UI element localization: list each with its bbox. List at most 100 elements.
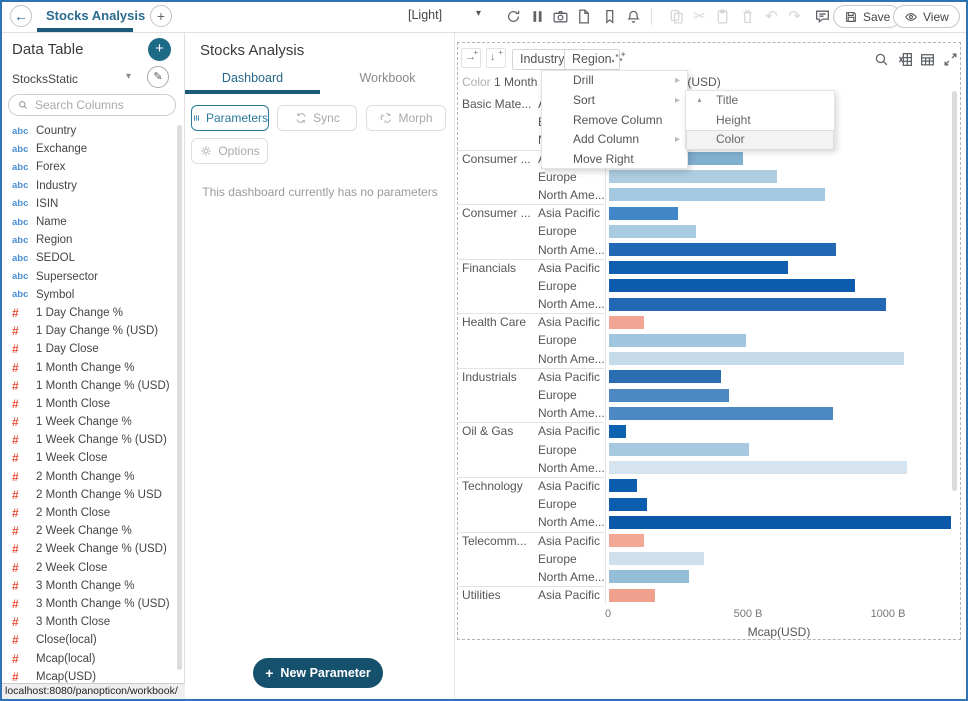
menu-item-drill[interactable]: Drill▸ (542, 71, 687, 91)
column-item-3-month-change[interactable]: #3 Month Change % (0, 577, 178, 595)
sidebar-scrollbar[interactable] (177, 125, 182, 670)
bar-telecomm-asia-pacific[interactable] (609, 534, 644, 547)
bar-telecomm-europe[interactable] (609, 552, 704, 565)
table-selector[interactable]: StocksStatic (12, 72, 78, 86)
column-item-1-month-change-usd[interactable]: #1 Month Change % (USD) (0, 377, 178, 395)
new-parameter-button[interactable]: + New Parameter (253, 658, 383, 688)
column-item-1-week-change-usd[interactable]: #1 Week Change % (USD) (0, 431, 178, 449)
add-visual-breakdown-button[interactable] (609, 50, 629, 68)
column-item-name[interactable]: abcName (0, 213, 178, 231)
delete-trash-icon[interactable] (739, 8, 756, 25)
menu-item-remove-column[interactable]: Remove Column (542, 111, 687, 131)
column-item-1-week-close[interactable]: #1 Week Close (0, 449, 178, 467)
bar-industrials-asia-pacific[interactable] (609, 370, 721, 383)
bar-technology-asia-pacific[interactable] (609, 479, 637, 492)
pause-icon[interactable] (529, 8, 546, 25)
column-item-3-month-close[interactable]: #3 Month Close (0, 613, 178, 631)
paste-clipboard-icon[interactable] (714, 8, 731, 25)
submenu-item-title[interactable]: ▲Title (686, 91, 834, 111)
column-item-1-day-change[interactable]: #1 Day Change % (0, 304, 178, 322)
bar-industrials-north-ame[interactable] (609, 407, 833, 420)
column-item-2-month-change[interactable]: #2 Month Change % (0, 468, 178, 486)
chevron-down-icon[interactable]: ▾ (476, 8, 481, 19)
bar-consumer-europe[interactable] (609, 170, 777, 183)
bar-health-care-north-ame[interactable] (609, 352, 904, 365)
column-item-1-month-change[interactable]: #1 Month Change % (0, 358, 178, 376)
export-pdf-icon[interactable] (575, 8, 592, 25)
bar-health-care-asia-pacific[interactable] (609, 316, 644, 329)
notifications-bell-icon[interactable] (625, 8, 642, 25)
column-item-mcap-local[interactable]: #Mcap(local) (0, 649, 178, 667)
bar-oil-gas-europe[interactable] (609, 443, 749, 456)
bar-utilities-asia-pacific[interactable] (609, 589, 655, 602)
column-item-2-week-change-usd[interactable]: #2 Week Change % (USD) (0, 540, 178, 558)
bar-oil-gas-north-ame[interactable] (609, 461, 907, 474)
options-button[interactable]: Options (191, 138, 268, 164)
column-item-forex[interactable]: abcForex (0, 158, 178, 176)
column-item-supersector[interactable]: abcSupersector (0, 268, 178, 286)
menu-item-sort[interactable]: Sort▸ (542, 91, 687, 111)
bar-oil-gas-asia-pacific[interactable] (609, 425, 626, 438)
column-item-2-month-change-usd[interactable]: #2 Month Change % USD (0, 486, 178, 504)
zoom-search-icon[interactable] (873, 51, 890, 68)
show-table-icon[interactable] (919, 51, 936, 68)
undo-icon[interactable]: ↶ (763, 8, 780, 25)
column-item-industry[interactable]: abcIndustry (0, 177, 178, 195)
export-excel-icon[interactable] (897, 51, 914, 68)
bar-financials-asia-pacific[interactable] (609, 261, 788, 274)
bar-consumer-north-ame[interactable] (609, 243, 836, 256)
morph-button[interactable]: Morph (366, 105, 446, 131)
chart-scrollbar[interactable] (952, 91, 957, 491)
bar-consumer-north-ame[interactable] (609, 188, 825, 201)
bar-technology-europe[interactable] (609, 498, 647, 511)
sync-button[interactable]: Sync (277, 105, 357, 131)
menu-item-add-column[interactable]: Add Column▸ (542, 130, 687, 150)
bar-financials-north-ame[interactable] (609, 298, 886, 311)
refresh-icon[interactable] (505, 8, 522, 25)
bar-telecomm-north-ame[interactable] (609, 570, 689, 583)
maximize-expand-icon[interactable] (942, 51, 959, 68)
column-item-symbol[interactable]: abcSymbol (0, 286, 178, 304)
cut-scissors-icon[interactable]: ✂ (691, 8, 708, 25)
save-button[interactable]: Save (833, 5, 901, 28)
bar-financials-europe[interactable] (609, 279, 855, 292)
bar-technology-north-ame[interactable] (609, 516, 951, 529)
bar-industrials-europe[interactable] (609, 389, 729, 402)
column-item-sedol[interactable]: abcSEDOL (0, 249, 178, 267)
column-item-2-week-change[interactable]: #2 Week Change % (0, 522, 178, 540)
bar-consumer-europe[interactable] (609, 225, 696, 238)
back-button[interactable]: ← (10, 5, 32, 27)
bookmark-icon[interactable] (601, 8, 618, 25)
submenu-item-height[interactable]: Height (686, 111, 834, 131)
theme-dropdown[interactable]: [Light] (408, 8, 442, 22)
column-item-3-month-change-usd[interactable]: #3 Month Change % (USD) (0, 595, 178, 613)
submenu-item-color[interactable]: Color (686, 130, 834, 150)
add-tab-button[interactable]: + (150, 5, 172, 27)
parameters-button[interactable]: Parameters (191, 105, 269, 131)
column-item-2-week-close[interactable]: #2 Week Close (0, 559, 178, 577)
redo-icon[interactable]: ↷ (786, 8, 803, 25)
workbook-tab-title[interactable]: Stocks Analysis (46, 8, 145, 23)
chevron-down-icon[interactable]: ▾ (126, 71, 131, 82)
column-item-isin[interactable]: abcISIN (0, 195, 178, 213)
column-item-exchange[interactable]: abcExchange (0, 140, 178, 158)
column-item-1-day-close[interactable]: #1 Day Close (0, 340, 178, 358)
bar-consumer-asia-pacific[interactable] (609, 207, 678, 220)
column-item-1-day-change-usd[interactable]: #1 Day Change % (USD) (0, 322, 178, 340)
column-item-2-month-close[interactable]: #2 Month Close (0, 504, 178, 522)
tab-workbook[interactable]: Workbook (320, 71, 455, 93)
snapshot-camera-icon[interactable] (552, 8, 569, 25)
view-button[interactable]: View (893, 5, 960, 28)
add-row-breakdown-button[interactable]: →+ (461, 48, 481, 68)
column-item-country[interactable]: abcCountry (0, 122, 178, 140)
menu-item-move-right[interactable]: Move Right (542, 150, 687, 170)
bar-health-care-europe[interactable] (609, 334, 746, 347)
add-data-table-button[interactable]: + (148, 38, 171, 61)
edit-table-pencil-button[interactable]: ✎ (147, 66, 169, 88)
copy-icon[interactable] (668, 8, 685, 25)
search-columns-input[interactable]: Search Columns (8, 94, 176, 116)
column-item-close-local[interactable]: #Close(local) (0, 631, 178, 649)
column-item-1-month-close[interactable]: #1 Month Close (0, 395, 178, 413)
column-item-region[interactable]: abcRegion (0, 231, 178, 249)
add-column-breakdown-button[interactable]: ↓+ (486, 48, 506, 68)
